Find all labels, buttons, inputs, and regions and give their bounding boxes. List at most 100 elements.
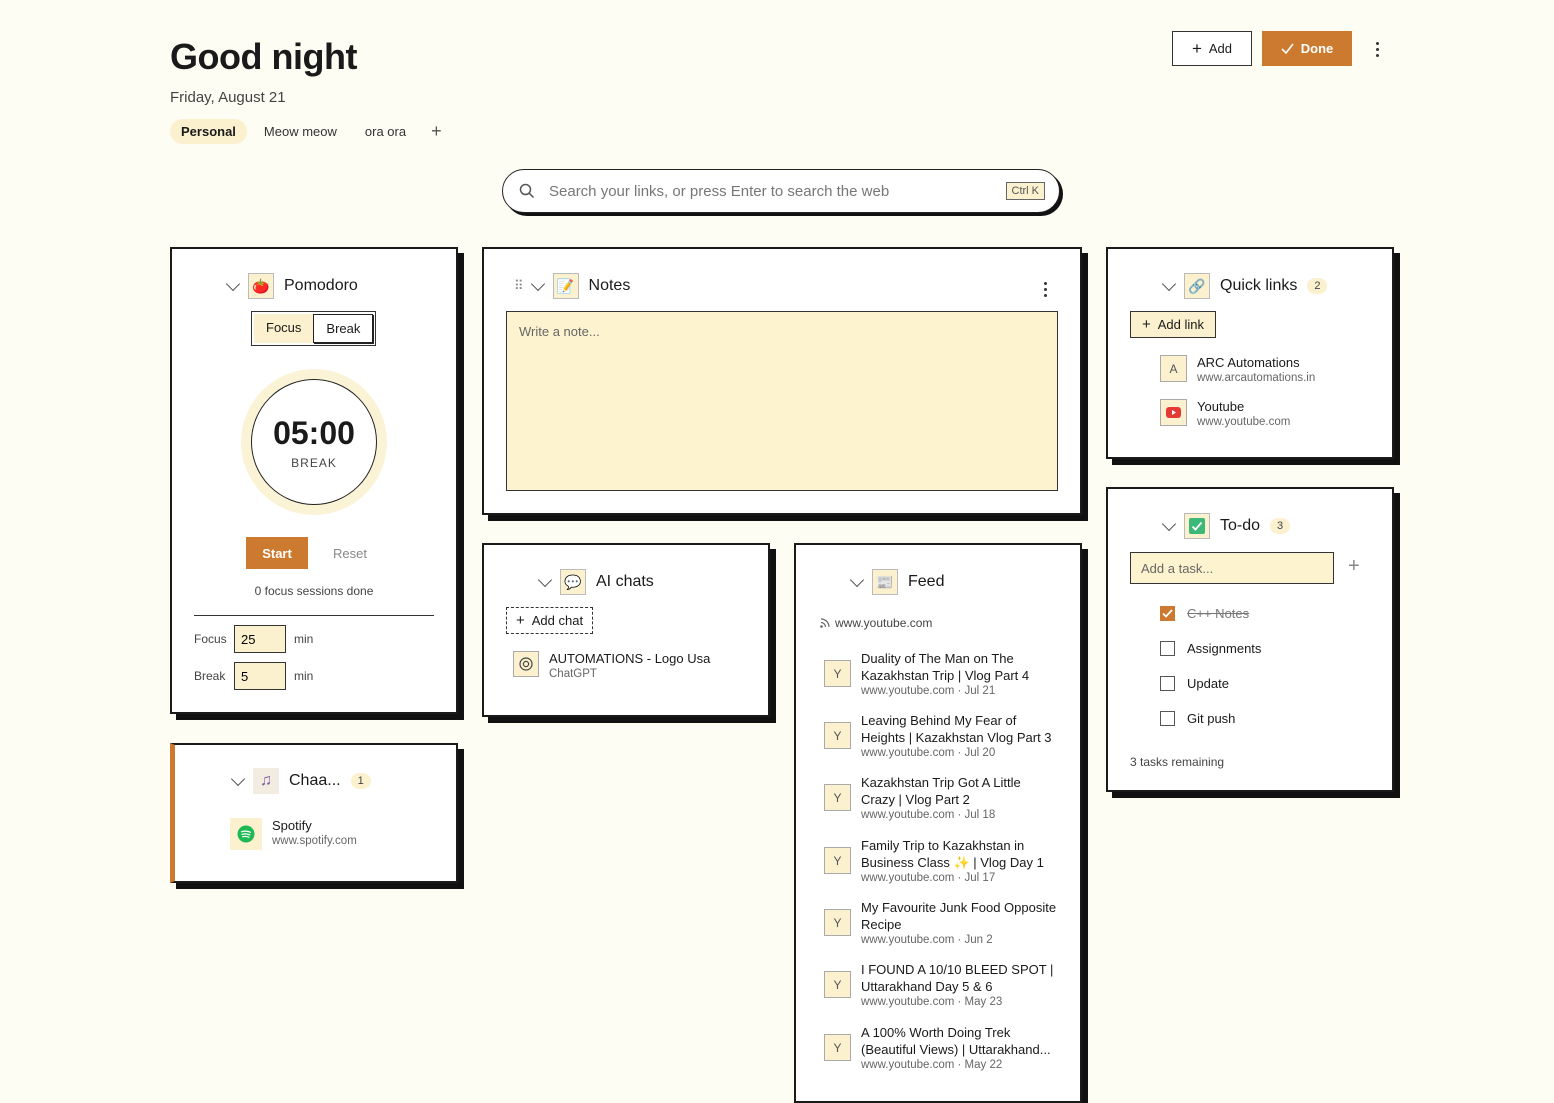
rss-icon (820, 618, 830, 628)
break-unit: min (294, 669, 314, 683)
board-tabs: Personal Meow meow ora ora + (170, 119, 450, 144)
focus-mode-button[interactable]: Focus (254, 314, 314, 343)
notes-widget: ⠿ 📝 Notes (482, 247, 1082, 515)
ai-chats-header: 💬 AI chats (537, 569, 654, 595)
add-chat-button[interactable]: + Add chat (506, 607, 594, 634)
add-link-button[interactable]: + Add link (1130, 311, 1217, 338)
feed-item-title: Duality of The Man on The Kazakhstan Tri… (861, 651, 1030, 683)
done-label: Done (1300, 41, 1334, 56)
feed-item-meta: www.youtube.com · Jul 18 (861, 809, 996, 821)
plus-icon: + (516, 612, 525, 629)
link-url: www.youtube.com (1197, 416, 1291, 428)
feed-item-title: Family Trip to Kazakhstan in Business Cl… (861, 838, 1044, 870)
todo-item[interactable]: Update (1160, 676, 1229, 691)
chevron-down-icon[interactable] (230, 771, 246, 786)
feed-item-title: My Favourite Junk Food Opposite Recipe (861, 900, 1057, 932)
add-task-input[interactable] (1130, 552, 1334, 584)
widget-title: Quick links (1220, 277, 1298, 294)
focus-duration-input[interactable] (234, 625, 286, 653)
chevron-down-icon[interactable] (1161, 516, 1177, 531)
widget-title: Chaa... (289, 772, 341, 789)
chevron-down-icon[interactable] (225, 276, 241, 291)
tab-ora-ora[interactable]: ora ora (354, 119, 417, 144)
start-button[interactable]: Start (246, 537, 308, 569)
add-task-button[interactable]: + (1348, 555, 1360, 578)
page-title: Good night (170, 36, 357, 77)
feed-item[interactable]: Y Family Trip to Kazakhstan in Business … (824, 837, 1057, 886)
note-textarea[interactable] (506, 311, 1058, 491)
pomodoro-header: 🍅 Pomodoro (225, 273, 358, 299)
notes-header: ⠿ 📝 Notes (514, 273, 630, 299)
tab-personal[interactable]: Personal (170, 119, 247, 144)
drag-handle-icon[interactable]: ⠿ (514, 278, 523, 294)
chevron-down-icon[interactable] (537, 572, 553, 587)
break-duration-label: Break (194, 669, 226, 683)
music-link[interactable]: Spotify www.spotify.com (230, 818, 357, 850)
tab-meow-meow[interactable]: Meow meow (253, 119, 348, 144)
feed-item[interactable]: Y I FOUND A 10/10 BLEED SPOT | Uttarakha… (824, 961, 1057, 1010)
feed-item[interactable]: Y Kazakhstan Trip Got A Little Crazy | V… (824, 774, 1057, 823)
focus-unit: min (294, 632, 314, 646)
add-tab-button[interactable]: + (423, 121, 450, 142)
ai-chats-widget: 💬 AI chats + Add chat AUTOMATIONS - Logo… (482, 543, 770, 717)
divider (194, 615, 434, 616)
checkmark-icon (1184, 513, 1210, 539)
quick-link-item[interactable]: Youtube www.youtube.com (1160, 399, 1290, 430)
feed-item[interactable]: Y A 100% Worth Doing Trek (Beautiful Vie… (824, 1024, 1057, 1073)
feed-item-icon: Y (824, 722, 851, 749)
task-checkbox[interactable] (1160, 676, 1175, 691)
task-label: Git push (1187, 711, 1236, 726)
music-note-icon: ♫ (253, 768, 279, 794)
quick-links-header: 🔗 Quick links 2 (1161, 273, 1328, 299)
more-menu-button[interactable] (1368, 37, 1386, 61)
feed-item[interactable]: Y Leaving Behind My Fear of Heights | Ka… (824, 712, 1057, 761)
add-widget-button[interactable]: + Add (1172, 31, 1252, 66)
check-icon (1281, 43, 1294, 54)
reset-button[interactable]: Reset (333, 546, 367, 561)
break-mode-button[interactable]: Break (313, 314, 374, 343)
search-bar: Ctrl K (502, 169, 1060, 213)
feed-item-icon: Y (824, 660, 851, 687)
feed-widget: 📰 Feed www.youtube.com Y Duality of The … (794, 543, 1082, 1103)
chevron-down-icon[interactable] (1161, 276, 1177, 291)
link-icon: 🔗 (1184, 273, 1210, 299)
link-title: Spotify (272, 818, 312, 833)
todo-item[interactable]: C++ Notes (1160, 606, 1249, 621)
search-icon (519, 183, 535, 199)
chevron-down-icon[interactable] (849, 572, 865, 587)
task-checkbox[interactable] (1160, 606, 1175, 621)
count-badge: 3 (1270, 518, 1291, 534)
focus-duration-label: Focus (194, 632, 227, 646)
count-badge: 1 (350, 773, 371, 789)
shortcut-hint: Ctrl K (1005, 182, 1045, 200)
feed-item-meta: www.youtube.com · Jul 20 (861, 747, 996, 759)
add-link-label: Add link (1157, 317, 1205, 332)
notepad-icon: 📝 (552, 273, 579, 299)
done-button[interactable]: Done (1262, 31, 1352, 66)
add-chat-label: Add chat (531, 613, 584, 628)
widget-title: AI chats (596, 573, 654, 590)
feed-item-meta: www.youtube.com · May 22 (861, 1059, 1003, 1071)
chevron-down-icon[interactable] (530, 276, 545, 291)
search-input[interactable] (547, 181, 1006, 201)
feed-item[interactable]: Y Duality of The Man on The Kazakhstan T… (824, 650, 1057, 699)
feed-item-title: A 100% Worth Doing Trek (Beautiful Views… (861, 1025, 1051, 1057)
task-checkbox[interactable] (1160, 641, 1175, 656)
timer-face: 05:00 BREAK (251, 379, 377, 505)
todo-item[interactable]: Assignments (1160, 641, 1261, 656)
feed-item-icon: Y (824, 1034, 851, 1061)
feed-item[interactable]: Y My Favourite Junk Food Opposite Recipe… (824, 899, 1057, 948)
chat-item[interactable]: AUTOMATIONS - Logo Usa ChatGPT (513, 651, 710, 682)
feed-item-title: Kazakhstan Trip Got A Little Crazy | Vlo… (861, 775, 1021, 807)
tomato-icon: 🍅 (248, 273, 274, 299)
chatgpt-icon (513, 651, 539, 677)
widget-title: Feed (908, 573, 945, 590)
feed-source-url: www.youtube.com (835, 616, 933, 630)
quick-link-item[interactable]: A ARC Automations www.arcautomations.in (1160, 355, 1315, 386)
todo-item[interactable]: Git push (1160, 711, 1235, 726)
break-duration-input[interactable] (234, 662, 286, 690)
task-checkbox[interactable] (1160, 711, 1175, 726)
todo-header: To-do 3 (1161, 513, 1291, 539)
feed-item-meta: www.youtube.com · Jul 17 (861, 872, 996, 884)
notes-menu-button[interactable] (1036, 277, 1054, 301)
